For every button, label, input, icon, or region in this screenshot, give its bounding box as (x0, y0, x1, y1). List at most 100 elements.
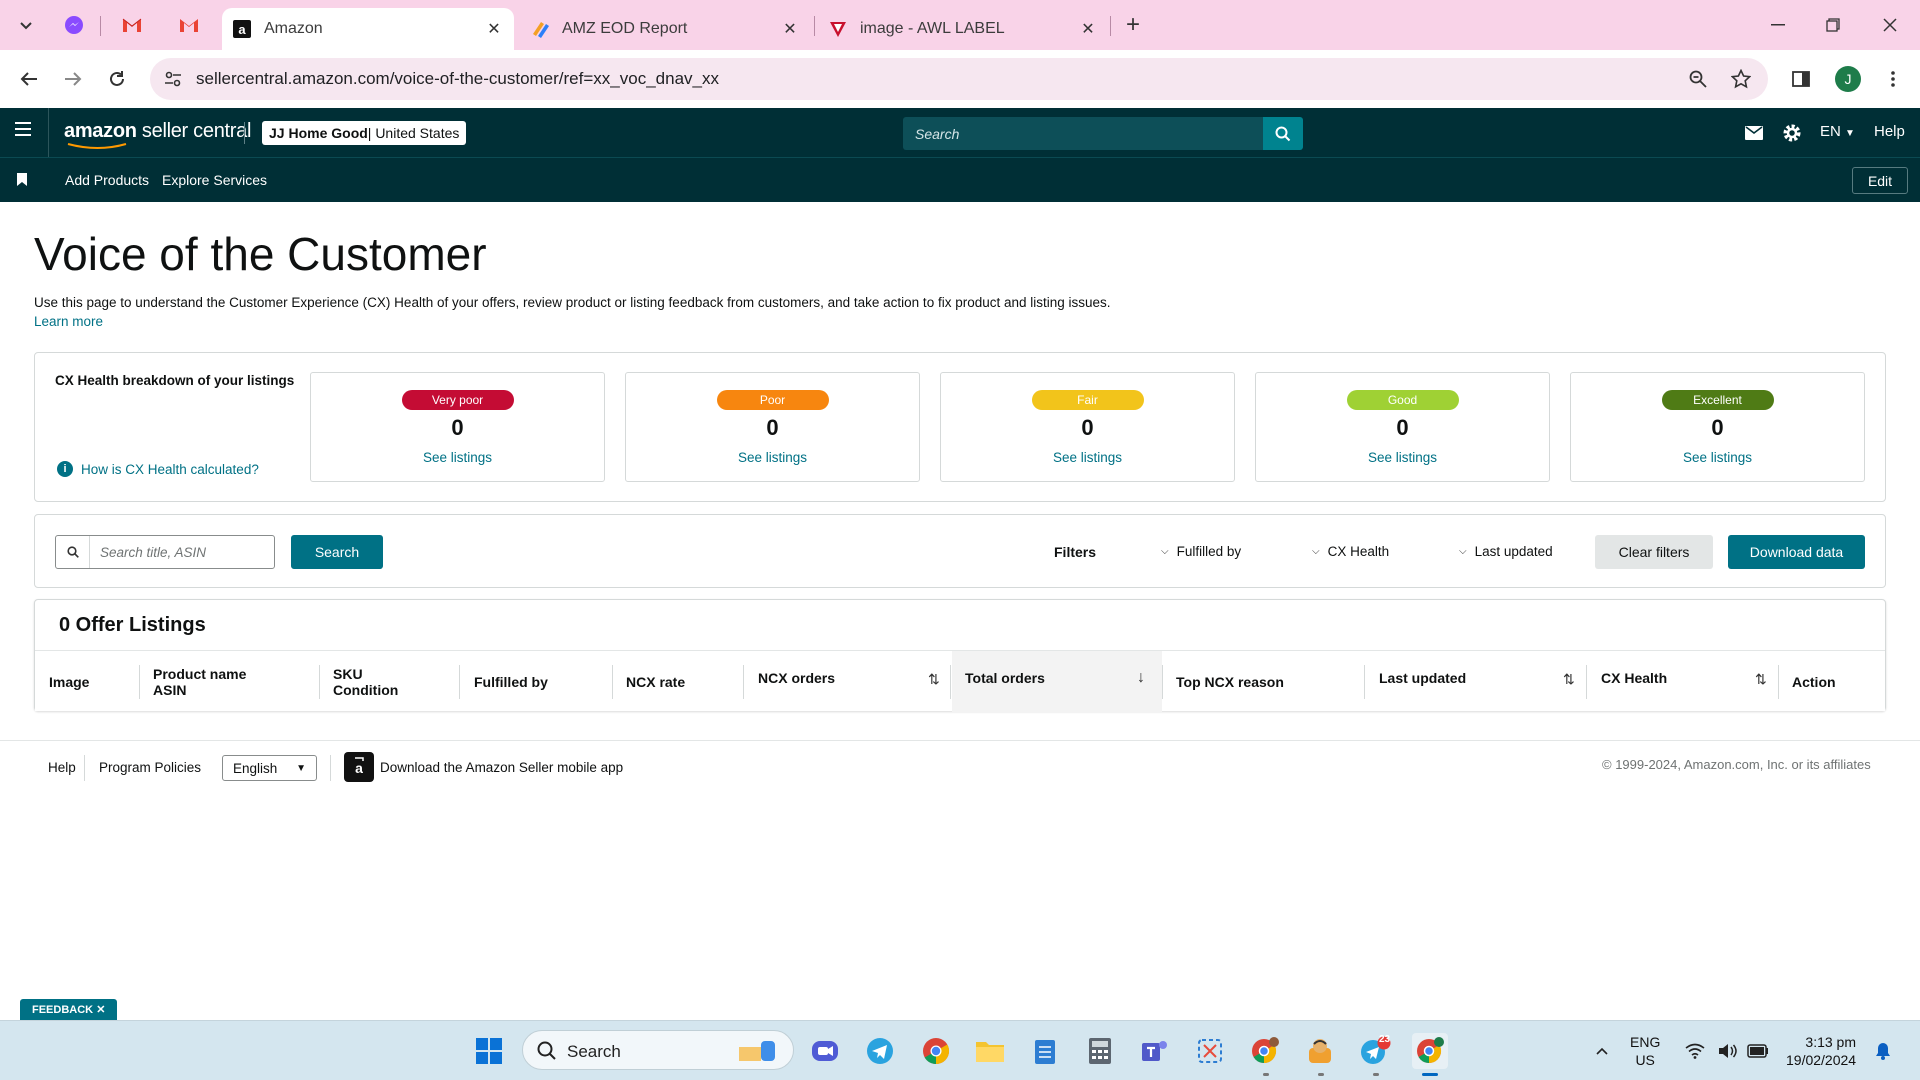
forward-button[interactable] (58, 64, 88, 94)
tab-amazon[interactable]: a Amazon ✕ (222, 8, 514, 50)
pinned-tab-gmail-2[interactable] (175, 12, 203, 38)
svg-text:a: a (238, 22, 246, 37)
pinned-tab-messenger[interactable] (60, 12, 88, 38)
cx-bucket-very-poor: Very poor 0 See listings (310, 372, 605, 482)
app-icon[interactable] (1302, 1033, 1338, 1069)
cx-health-dropdown[interactable]: ⌵ CX Health (1312, 544, 1389, 559)
new-tab-button[interactable]: + (1120, 11, 1146, 38)
calculator-icon[interactable] (1082, 1033, 1118, 1069)
see-listings-link[interactable]: See listings (626, 450, 919, 465)
bookmark-icon[interactable] (17, 173, 29, 187)
hamburger-menu-icon[interactable] (14, 122, 34, 142)
bucket-count: 0 (1396, 415, 1409, 440)
tab-awl-label[interactable]: image - AWL LABEL ✕ (818, 8, 1108, 50)
taskbar-search[interactable]: Search (522, 1030, 794, 1070)
see-listings-link[interactable]: See listings (1571, 450, 1864, 465)
subnav-explore-services[interactable]: Explore Services (162, 172, 267, 188)
offer-listings-table: 0 Offer Listings Image Product name ASIN … (34, 599, 1886, 712)
sort-icon[interactable]: ⇅ (928, 671, 940, 688)
back-button[interactable] (14, 64, 44, 94)
clock[interactable]: 3:13 pm 19/02/2024 (1786, 1033, 1856, 1069)
footer-language-select[interactable]: English ▼ (222, 755, 317, 781)
restore-icon (1826, 18, 1840, 32)
amazon-icon: a (232, 19, 252, 39)
close-icon[interactable]: ✕ (482, 17, 506, 41)
gear-icon[interactable] (1781, 122, 1803, 144)
chrome-icon[interactable] (918, 1033, 954, 1069)
filters-label: Filters (1054, 544, 1097, 560)
windows-start-icon[interactable] (471, 1033, 507, 1069)
telegram-icon[interactable]: 23 (1357, 1033, 1393, 1069)
column-header-last-updated[interactable]: Last updated (1379, 651, 1466, 705)
tab-search-button[interactable] (12, 12, 40, 40)
notification-bell-icon[interactable] (1868, 1033, 1898, 1069)
cx-health-info-link[interactable]: i How is CX Health calculated? (57, 461, 259, 477)
profile-avatar[interactable]: J (1835, 66, 1861, 92)
wifi-icon[interactable] (1680, 1033, 1710, 1069)
header-search-button[interactable] (1263, 117, 1303, 150)
gmail-icon (122, 18, 142, 32)
close-icon[interactable]: ✕ (1076, 17, 1100, 41)
close-icon[interactable]: ✕ (778, 17, 802, 41)
bookmark-star-icon[interactable] (1728, 66, 1754, 92)
search-button[interactable]: Search (291, 535, 383, 569)
tab-amz-eod-report[interactable]: AMZ EOD Report ✕ (520, 8, 810, 50)
fulfilled-by-dropdown[interactable]: ⌵ Fulfilled by (1161, 544, 1241, 559)
mail-icon[interactable] (1743, 122, 1765, 144)
arrow-right-icon (65, 72, 82, 86)
see-listings-link[interactable]: See listings (941, 450, 1234, 465)
chevron-up-icon[interactable] (1584, 1033, 1620, 1069)
footer-help-link[interactable]: Help (48, 760, 76, 775)
side-panel-button[interactable] (1786, 64, 1816, 94)
browser-menu-button[interactable] (1878, 64, 1908, 94)
listing-search-input[interactable]: Search title, ASIN (55, 535, 275, 569)
chat-app-icon[interactable] (807, 1033, 843, 1069)
language-selector[interactable]: EN ▼ (1820, 123, 1855, 140)
store-switcher[interactable]: JJ Home Good | United States (262, 121, 467, 145)
sort-descending-icon[interactable]: ↓ (1137, 669, 1145, 687)
header-search-input[interactable]: Search (903, 117, 1263, 150)
notepad-icon[interactable] (1027, 1033, 1063, 1069)
chrome-profile-icon[interactable] (1247, 1033, 1283, 1069)
sort-icon[interactable]: ⇅ (1755, 671, 1767, 688)
keyboard-language[interactable]: ENG US (1630, 1033, 1660, 1069)
see-listings-link[interactable]: See listings (311, 450, 604, 465)
see-listings-link[interactable]: See listings (1256, 450, 1549, 465)
search-highlight-icon (739, 1041, 775, 1061)
teams-icon[interactable] (1137, 1033, 1173, 1069)
minimize-button[interactable] (1758, 10, 1798, 40)
feedback-tab[interactable]: FEEDBACK ✕ (20, 999, 118, 1020)
column-header-cx-health[interactable]: CX Health (1601, 651, 1667, 705)
volume-icon[interactable] (1712, 1033, 1742, 1069)
restore-button[interactable] (1813, 10, 1853, 40)
help-link[interactable]: Help (1874, 123, 1905, 140)
column-header-total-orders[interactable]: Total orders (965, 651, 1045, 705)
seller-central-header: amazon seller central JJ Home Good | Uni… (0, 108, 1920, 157)
footer-program-policies-link[interactable]: Program Policies (99, 760, 201, 775)
search-placeholder: Search title, ASIN (100, 545, 207, 560)
site-info-icon[interactable] (160, 66, 186, 92)
file-explorer-icon[interactable] (972, 1033, 1008, 1069)
close-window-button[interactable] (1870, 10, 1910, 40)
chrome-active-icon[interactable] (1412, 1033, 1448, 1069)
amazon-app-icon[interactable]: a (344, 752, 374, 782)
learn-more-link[interactable]: Learn more (34, 314, 103, 329)
reload-button[interactable] (102, 64, 132, 94)
subnav-add-products[interactable]: Add Products (65, 172, 149, 188)
more-vertical-icon (1891, 71, 1895, 87)
sort-icon[interactable]: ⇅ (1563, 671, 1575, 688)
edit-button[interactable]: Edit (1852, 167, 1908, 194)
download-data-button[interactable]: Download data (1728, 535, 1865, 569)
address-bar[interactable]: sellercentral.amazon.com/voice-of-the-cu… (150, 58, 1768, 100)
clear-filters-button[interactable]: Clear filters (1595, 535, 1713, 569)
last-updated-dropdown[interactable]: ⌵ Last updated (1459, 544, 1553, 559)
battery-icon[interactable] (1743, 1033, 1773, 1069)
telegram-icon[interactable] (862, 1033, 898, 1069)
seller-central-logo[interactable]: amazon seller central (64, 120, 251, 149)
pinned-tab-gmail-1[interactable] (118, 12, 146, 38)
zoom-icon[interactable] (1685, 66, 1711, 92)
column-header-ncx-orders[interactable]: NCX orders (758, 651, 835, 705)
bucket-count: 0 (766, 415, 779, 440)
snipping-tool-icon[interactable] (1192, 1033, 1228, 1069)
mobile-app-link[interactable]: Download the Amazon Seller mobile app (380, 760, 623, 775)
